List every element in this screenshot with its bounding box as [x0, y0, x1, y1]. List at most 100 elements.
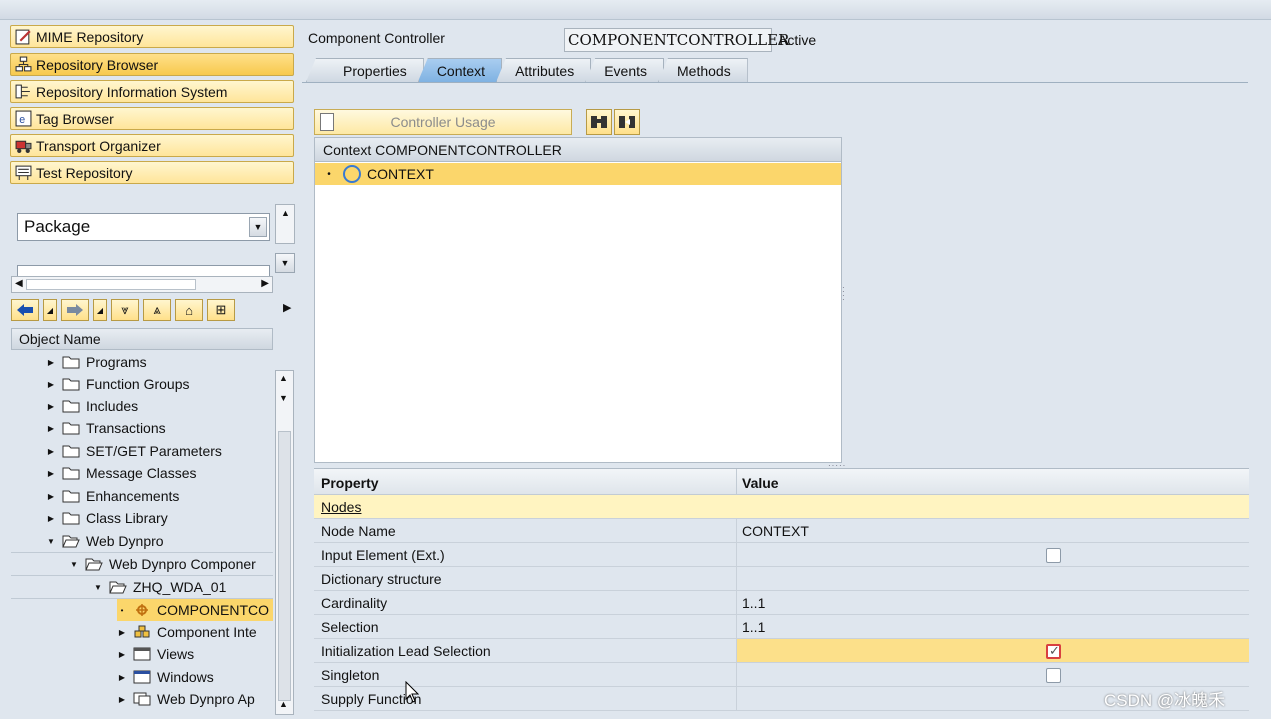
svg-text:e: e [19, 114, 25, 126]
vertical-splitter[interactable]: · · · · [842, 284, 846, 308]
expand-triangle-icon[interactable]: ▶ [46, 380, 56, 389]
tree-node-views[interactable]: ▶ Views [117, 643, 194, 665]
expand-triangle-icon[interactable]: ▶ [117, 695, 127, 704]
folder-icon [62, 377, 80, 391]
collapse-triangle-icon[interactable]: ▼ [46, 537, 56, 546]
property-name: Cardinality [321, 595, 388, 611]
object-name-dropdown-icon[interactable]: ▼ [275, 253, 295, 273]
property-value: 1..1 [742, 619, 766, 635]
tab-attributes[interactable]: Attributes [496, 58, 592, 82]
group-label[interactable]: Nodes [321, 499, 361, 515]
nav-scrollbar[interactable]: ▲ [275, 204, 295, 244]
window-icon [133, 670, 151, 684]
back-history-icon[interactable]: ◢ [43, 299, 57, 321]
repository-information-system-button[interactable]: Repository Information System [10, 80, 294, 103]
tree-node-web-dynpro-applications[interactable]: ▶ Web Dynpro Ap [117, 688, 255, 710]
forward-arrow-icon[interactable] [61, 299, 89, 321]
value-cell [736, 543, 1249, 566]
scroll-left-icon[interactable]: ◀ [15, 278, 23, 289]
selection-field[interactable] [736, 615, 1249, 638]
init-lead-selection-checkbox[interactable] [1046, 643, 1061, 659]
expand-triangle-icon[interactable]: ▶ [46, 514, 56, 523]
table-row: Initialization Lead Selection [314, 639, 1249, 663]
folder-icon [62, 444, 80, 458]
controller-usage-button[interactable]: Controller Usage [314, 109, 572, 135]
display-object-icon[interactable]: ⊞ [207, 299, 235, 321]
find-next-icon[interactable] [614, 109, 640, 135]
tab-properties[interactable]: Properties [306, 58, 424, 82]
collapse-triangle-icon[interactable]: ▼ [93, 583, 103, 592]
mime-repository-button[interactable]: MIME Repository [10, 25, 294, 48]
test-repository-button[interactable]: Test Repository [10, 161, 294, 184]
tab-label: Events [604, 62, 648, 79]
tree-scrollbar[interactable]: ▲ ▼ ▲ [275, 370, 294, 715]
tree-node-label: Enhancements [86, 488, 180, 504]
tree-node-label: ZHQ_WDA_01 [133, 579, 227, 595]
tree-node-component-interface[interactable]: ▶ Component Inte [117, 621, 257, 643]
property-name: Selection [321, 619, 379, 635]
tree-node-programs[interactable]: ▶ Programs [46, 351, 147, 373]
tree-node-enhancements[interactable]: ▶ Enhancements [46, 485, 179, 507]
expand-triangle-icon[interactable]: ▶ [117, 650, 127, 659]
collapse-triangle-icon[interactable]: ▼ [69, 560, 79, 569]
dictionary-structure-field[interactable] [736, 567, 1249, 590]
object-type-select[interactable]: Package ▼ [17, 213, 270, 241]
expand-triangle-icon[interactable]: ▶ [117, 628, 127, 637]
tree-node-includes[interactable]: ▶ Includes [46, 395, 138, 417]
property-value: CONTEXT [742, 523, 809, 539]
tree-node-set-get-parameters[interactable]: ▶ SET/GET Parameters [46, 440, 222, 462]
find-icon[interactable] [586, 109, 612, 135]
expand-icon[interactable]: ⩓ [143, 299, 171, 321]
scroll-down-icon[interactable]: ▼ [279, 393, 288, 403]
forward-history-icon[interactable]: ◢ [93, 299, 107, 321]
context-root-label: CONTEXT [367, 166, 434, 182]
horizontal-scrollbar[interactable]: ◀ ▶ [11, 276, 273, 293]
expand-triangle-icon[interactable]: ▶ [46, 469, 56, 478]
tree-node-web-dynpro[interactable]: ▼ Web Dynpro [46, 530, 164, 552]
value-cell[interactable] [736, 519, 1249, 542]
singleton-checkbox[interactable] [1046, 668, 1061, 683]
test-icon [13, 164, 33, 182]
hierarchy-up-icon[interactable]: ⌂ [175, 299, 203, 321]
tree-node-windows[interactable]: ▶ Windows [117, 666, 214, 688]
tree-node-function-groups[interactable]: ▶ Function Groups [46, 373, 190, 395]
tab-events[interactable]: Events [585, 58, 665, 82]
tree-node-transactions[interactable]: ▶ Transactions [46, 417, 166, 439]
tag-browser-button[interactable]: e Tag Browser [10, 107, 294, 130]
scroll-up-icon[interactable]: ▲ [279, 699, 288, 709]
input-element-checkbox[interactable] [1046, 548, 1061, 563]
expand-triangle-icon[interactable]: ▶ [46, 447, 56, 456]
transport-organizer-button[interactable]: Transport Organizer [10, 134, 294, 157]
more-tools-icon[interactable]: ▶ [283, 301, 291, 314]
tree-node-zhq-wda-01[interactable]: ▼ ZHQ_WDA_01 [93, 576, 226, 598]
collapse-icon[interactable]: ⩔ [111, 299, 139, 321]
controller-type-label: Component Controller [308, 30, 445, 46]
context-root-node[interactable]: • CONTEXT [315, 163, 841, 185]
open-folder-icon [85, 557, 103, 571]
expand-triangle-icon[interactable]: ▶ [117, 673, 127, 682]
scroll-right-icon[interactable]: ▶ [261, 278, 269, 289]
repository-browser-button[interactable]: Repository Browser [10, 53, 294, 76]
document-icon [320, 113, 334, 131]
expand-triangle-icon[interactable]: ▶ [46, 402, 56, 411]
tree-node-componentcontroller[interactable]: • COMPONENTCO [117, 599, 273, 621]
tab-context[interactable]: Context [417, 58, 503, 82]
expand-triangle-icon[interactable]: ▶ [46, 358, 56, 367]
scroll-thumb[interactable] [278, 431, 291, 701]
scroll-up-icon[interactable]: ▲ [279, 373, 288, 383]
tab-methods[interactable]: Methods [658, 58, 748, 82]
back-arrow-icon[interactable] [11, 299, 39, 321]
tree-node-label: Component Inte [157, 624, 257, 640]
folder-icon [62, 466, 80, 480]
tree-node-class-library[interactable]: ▶ Class Library [46, 507, 168, 529]
scroll-up-icon[interactable]: ▲ [281, 208, 290, 218]
controller-icon [133, 603, 151, 617]
cardinality-field[interactable] [736, 591, 1249, 614]
expand-triangle-icon[interactable]: ▶ [46, 492, 56, 501]
scroll-thumb[interactable] [26, 279, 196, 290]
expand-triangle-icon[interactable]: ▶ [46, 424, 56, 433]
controller-header: Component Controller [308, 30, 445, 46]
chevron-down-icon[interactable]: ▼ [249, 217, 267, 237]
tree-node-web-dynpro-components[interactable]: ▼ Web Dynpro Componer [69, 553, 256, 575]
tree-node-message-classes[interactable]: ▶ Message Classes [46, 462, 197, 484]
